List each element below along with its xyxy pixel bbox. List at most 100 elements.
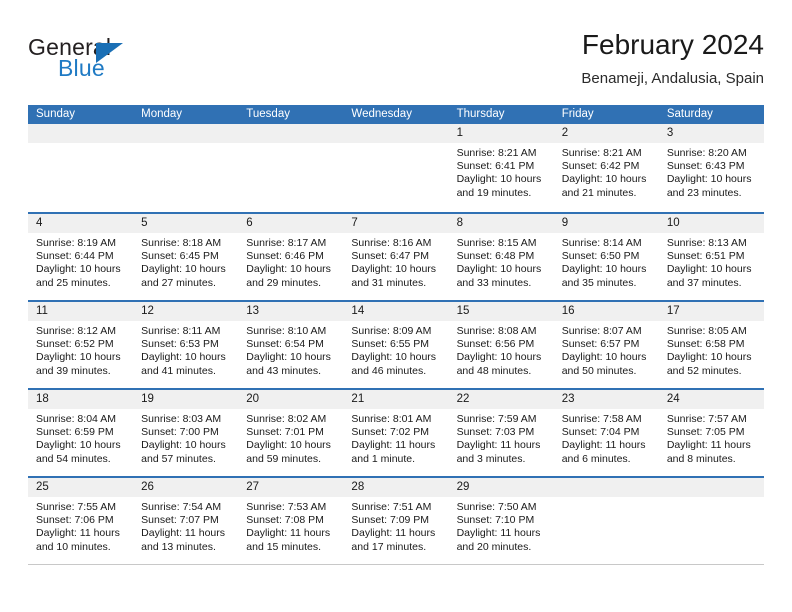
- day-cell[interactable]: 11 Sunrise: 8:12 AM Sunset: 6:52 PM Dayligh…: [28, 302, 134, 388]
- day-number: 21: [343, 390, 449, 409]
- day-sun-info: Sunrise: 7:57 AM Sunset: 7:05 PM Daylight:…: [659, 409, 764, 466]
- day-number: 17: [658, 302, 764, 321]
- day-cell[interactable]: 10 Sunrise: 8:13 AM Sunset: 6:51 PM Dayligh…: [658, 214, 764, 300]
- daylight-text: Daylight: 11 hours: [561, 439, 646, 452]
- sunrise-text: Sunrise: 8:19 AM: [36, 237, 116, 249]
- sunset-text: Sunset: 6:57 PM: [561, 338, 640, 351]
- day-number: 10: [658, 214, 764, 233]
- sunrise-text: Sunrise: 8:20 AM: [666, 147, 747, 159]
- day-number: 11: [28, 302, 134, 321]
- day-cell[interactable]: 9 Sunrise: 8:14 AM Sunset: 6:50 PM Daylight…: [553, 214, 659, 300]
- daylight-text-cont: and 31 minutes.: [351, 276, 427, 289]
- day-sun-info: Sunrise: 7:54 AM Sunset: 7:07 PM Daylight:…: [133, 497, 238, 554]
- daylight-text: Daylight: 10 hours: [141, 263, 226, 276]
- day-cell[interactable]: 4 Sunrise: 8:19 AM Sunset: 6:44 PM Daylight…: [28, 214, 134, 300]
- day-cell[interactable]: 27 Sunrise: 7:53 AM Sunset: 7:08 PM Dayligh…: [238, 478, 344, 564]
- day-cell[interactable]: 16 Sunrise: 8:07 AM Sunset: 6:57 PM Dayligh…: [553, 302, 659, 388]
- daylight-text: Daylight: 10 hours: [141, 351, 226, 364]
- day-cell[interactable]: 19 Sunrise: 8:03 AM Sunset: 7:00 PM Dayligh…: [133, 390, 239, 476]
- sunset-text: Sunset: 7:08 PM: [246, 514, 324, 527]
- day-cell[interactable]: 22 Sunrise: 7:59 AM Sunset: 7:03 PM Dayligh…: [448, 390, 554, 476]
- sunset-text: Sunset: 6:42 PM: [561, 160, 640, 173]
- day-cell[interactable]: 12 Sunrise: 8:11 AM Sunset: 6:53 PM Dayligh…: [133, 302, 239, 388]
- calendar-page: General Blue February 2024 Benameji, And…: [0, 0, 792, 612]
- daylight-text: Daylight: 10 hours: [141, 439, 226, 452]
- weekday-header-saturday: Saturday: [666, 108, 713, 120]
- daylight-text-cont: and 23 minutes.: [666, 186, 742, 199]
- day-cell[interactable]: 26 Sunrise: 7:54 AM Sunset: 7:07 PM Dayligh…: [133, 478, 239, 564]
- day-sun-info: Sunrise: 7:58 AM Sunset: 7:04 PM Daylight:…: [554, 409, 659, 466]
- weekday-header-friday: Friday: [561, 108, 594, 120]
- sunset-text: Sunset: 6:45 PM: [141, 250, 219, 263]
- daylight-text-cont: and 10 minutes.: [36, 540, 111, 553]
- day-cell[interactable]: 2 Sunrise: 8:21 AM Sunset: 6:42 PM Daylight…: [553, 124, 659, 212]
- day-number: 12: [133, 302, 239, 321]
- daylight-text: Daylight: 10 hours: [561, 351, 647, 364]
- day-cell-empty: [553, 478, 659, 564]
- daylight-text: Daylight: 11 hours: [456, 439, 541, 452]
- day-cell[interactable]: 28 Sunrise: 7:51 AM Sunset: 7:09 PM Dayligh…: [343, 478, 449, 564]
- day-cell[interactable]: 5 Sunrise: 8:18 AM Sunset: 6:45 PM Daylight…: [133, 214, 239, 300]
- day-cell[interactable]: 6 Sunrise: 8:17 AM Sunset: 6:46 PM Daylight…: [238, 214, 344, 300]
- day-cell[interactable]: 21 Sunrise: 8:01 AM Sunset: 7:02 PM Dayligh…: [343, 390, 449, 476]
- day-cell[interactable]: 8 Sunrise: 8:15 AM Sunset: 6:48 PM Daylight…: [448, 214, 554, 300]
- day-sun-info: Sunrise: 8:18 AM Sunset: 6:45 PM Daylight:…: [133, 233, 238, 290]
- day-cell[interactable]: 29 Sunrise: 7:50 AM Sunset: 7:10 PM Dayligh…: [448, 478, 554, 564]
- daylight-text-cont: and 46 minutes.: [351, 364, 427, 377]
- day-cell[interactable]: 13 Sunrise: 8:10 AM Sunset: 6:54 PM Dayligh…: [238, 302, 344, 388]
- day-cell[interactable]: 1 Sunrise: 8:21 AM Sunset: 6:41 PM Daylight…: [448, 124, 554, 212]
- daylight-text: Daylight: 10 hours: [351, 351, 437, 364]
- day-number: 1: [448, 124, 554, 143]
- sunrise-text: Sunrise: 8:17 AM: [246, 237, 327, 249]
- daylight-text: Daylight: 10 hours: [666, 351, 752, 364]
- day-number: 29: [448, 478, 554, 497]
- day-cell[interactable]: 7 Sunrise: 8:16 AM Sunset: 6:47 PM Daylight…: [343, 214, 449, 300]
- day-cell[interactable]: 15 Sunrise: 8:08 AM Sunset: 6:56 PM Dayligh…: [448, 302, 554, 388]
- daylight-text: Daylight: 11 hours: [351, 439, 436, 452]
- day-sun-info: Sunrise: 8:17 AM Sunset: 6:46 PM Daylight:…: [238, 233, 343, 290]
- sunrise-text: Sunrise: 8:18 AM: [141, 237, 222, 249]
- day-sun-info: Sunrise: 8:14 AM Sunset: 6:50 PM Daylight:…: [554, 233, 659, 290]
- day-cell[interactable]: 18 Sunrise: 8:04 AM Sunset: 6:59 PM Dayligh…: [28, 390, 134, 476]
- day-cell[interactable]: 24 Sunrise: 7:57 AM Sunset: 7:05 PM Dayligh…: [658, 390, 764, 476]
- day-number: 3: [658, 124, 764, 143]
- day-cell[interactable]: 23 Sunrise: 7:58 AM Sunset: 7:04 PM Dayligh…: [553, 390, 659, 476]
- day-number: 15: [448, 302, 554, 321]
- daylight-text: Daylight: 11 hours: [36, 527, 120, 540]
- day-cell-empty: [133, 124, 239, 212]
- day-number: 26: [133, 478, 239, 497]
- sunrise-text: Sunrise: 8:14 AM: [561, 237, 642, 249]
- day-sun-info: Sunrise: 8:13 AM Sunset: 6:51 PM Daylight:…: [659, 233, 764, 290]
- daylight-text-cont: and 13 minutes.: [141, 540, 216, 553]
- sunset-text: Sunset: 6:53 PM: [141, 338, 219, 351]
- sunset-text: Sunset: 6:51 PM: [666, 250, 745, 263]
- sunset-text: Sunset: 7:10 PM: [456, 514, 535, 527]
- daylight-text: Daylight: 10 hours: [561, 173, 647, 186]
- title-block: February 2024 Benameji, Andalusia, Spain: [581, 28, 764, 90]
- day-sun-info: Sunrise: 7:50 AM Sunset: 7:10 PM Daylight:…: [449, 497, 554, 554]
- day-cell[interactable]: 17 Sunrise: 8:05 AM Sunset: 6:58 PM Dayligh…: [658, 302, 764, 388]
- day-number: 22: [448, 390, 554, 409]
- daylight-text: Daylight: 10 hours: [666, 263, 752, 276]
- day-cell[interactable]: 14 Sunrise: 8:09 AM Sunset: 6:55 PM Dayligh…: [343, 302, 449, 388]
- sunrise-text: Sunrise: 8:13 AM: [666, 237, 747, 249]
- day-cell[interactable]: 3 Sunrise: 8:20 AM Sunset: 6:43 PM Daylight…: [658, 124, 764, 212]
- day-number: 6: [238, 214, 344, 233]
- weekday-header-row: Sunday Monday Tuesday Wednesday Thursday…: [28, 105, 764, 124]
- sunrise-text: Sunrise: 8:21 AM: [561, 147, 642, 159]
- daylight-text: Daylight: 10 hours: [246, 351, 331, 364]
- day-sun-info: Sunrise: 7:59 AM Sunset: 7:03 PM Daylight:…: [449, 409, 554, 466]
- sunset-text: Sunset: 6:47 PM: [351, 250, 430, 263]
- daylight-text-cont: and 1 minute.: [351, 452, 416, 465]
- day-sun-info: Sunrise: 8:12 AM Sunset: 6:52 PM Daylight:…: [28, 321, 133, 378]
- daylight-text-cont: and 39 minutes.: [36, 364, 111, 377]
- daylight-text-cont: and 43 minutes.: [246, 364, 321, 377]
- daylight-text: Daylight: 10 hours: [36, 351, 121, 364]
- logo-general-blue[interactable]: General Blue: [28, 34, 208, 92]
- day-number: 7: [343, 214, 449, 233]
- day-cell[interactable]: 25 Sunrise: 7:55 AM Sunset: 7:06 PM Dayligh…: [28, 478, 134, 564]
- sunset-text: Sunset: 7:02 PM: [351, 426, 430, 439]
- sunrise-text: Sunrise: 8:07 AM: [561, 325, 642, 337]
- day-sun-info: Sunrise: 8:11 AM Sunset: 6:53 PM Daylight:…: [133, 321, 238, 378]
- day-cell[interactable]: 20 Sunrise: 8:02 AM Sunset: 7:01 PM Dayligh…: [238, 390, 344, 476]
